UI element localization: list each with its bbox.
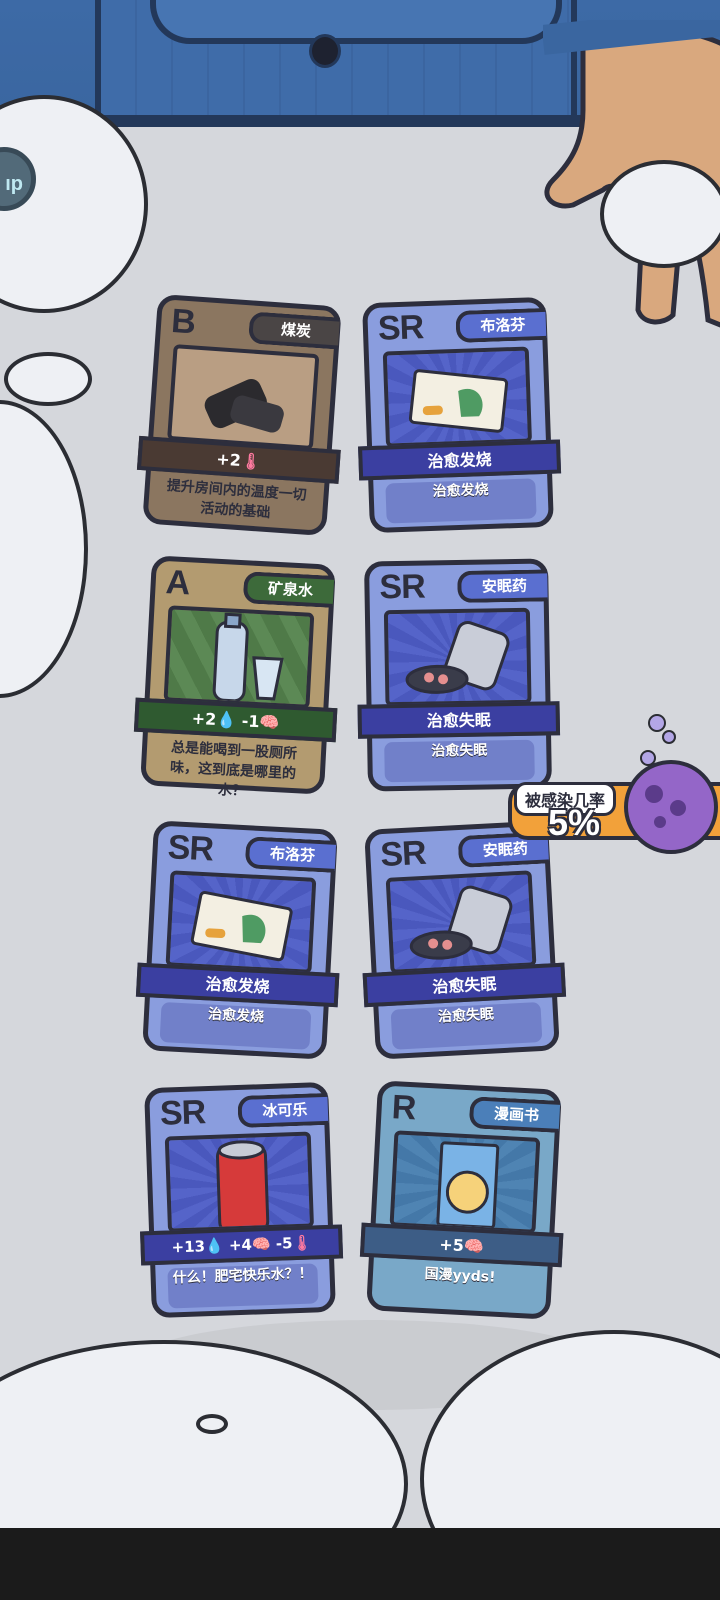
stat-value: +4 [228, 1235, 253, 1255]
stat-value: +13 [171, 1237, 206, 1257]
infection-value: 5% [548, 802, 601, 843]
cola-can-icon [164, 1131, 315, 1233]
water-drop-icon: 💧 [215, 709, 237, 730]
thermometer-icon: 🌡 [292, 1233, 312, 1253]
card-description: 治愈失眠 [390, 1001, 543, 1050]
item-card-sleeping-pills[interactable]: SR 安眠药 治愈失眠 治愈失眠 [357, 558, 561, 792]
item-card-ibuprofen[interactable]: SR 布洛芬 治愈发烧 治愈发烧 [135, 820, 340, 1060]
snow-pile-left [0, 400, 88, 698]
comic-book-icon [389, 1130, 541, 1234]
snow-puff-tiny [196, 1414, 228, 1434]
card-name-tag: 安眠药 [457, 569, 548, 603]
item-card-ibuprofen[interactable]: SR 布洛芬 治愈发烧 治愈发烧 [358, 296, 562, 534]
brain-icon: 🧠 [463, 1236, 485, 1257]
pill-jar-icon [385, 870, 537, 974]
card-name-tag: 漫画书 [468, 1096, 561, 1133]
stat-ribbon: +13💧 +4🧠 -5🌡 [140, 1224, 344, 1266]
thermometer-icon: 🌡 [240, 451, 262, 472]
item-card-mineral-water[interactable]: A 矿泉水 +2💧 -1🧠 总是能喝到一股厕所味，这到底是哪里的水？ [133, 555, 338, 800]
snow-pile-hand [600, 160, 720, 268]
card-grade: SR [166, 828, 214, 869]
stat-value: +2 [215, 449, 242, 471]
brain-icon: 🧠 [251, 1234, 271, 1254]
snow-puff-small [4, 352, 92, 406]
item-card-sleeping-pills[interactable]: SR 安眠药 治愈失眠 治愈失眠 [362, 820, 567, 1060]
card-description: 总是能喝到一股厕所味，这到底是哪里的水？ [169, 739, 298, 800]
coal-icon [167, 344, 320, 451]
virus-icon [624, 760, 718, 854]
shirt-button [309, 34, 341, 68]
card-name-tag: 冰可乐 [237, 1092, 329, 1129]
card-description: 什么！肥宅快乐水？！ [167, 1263, 319, 1309]
card-description: 治愈发烧 [385, 478, 537, 524]
bubble-dot [662, 730, 676, 744]
card-description: 治愈发烧 [159, 1001, 312, 1050]
card-grade: R [390, 1088, 417, 1128]
card-name-tag: 煤炭 [248, 311, 341, 350]
item-card-coal[interactable]: B 煤炭 +2🌡 提升房间内的温度一切活动的基础 [136, 293, 342, 537]
item-card-comic-book[interactable]: R 漫画书 +5🧠 国漫yyds! [359, 1080, 564, 1320]
system-navigation-bar [0, 1528, 720, 1600]
medicine-box-icon [382, 346, 533, 448]
game-scene: ıp B 煤炭 +2🌡 提升房间内的温度一切活动的基础 SR 布洛芬 治愈发烧 … [0, 0, 720, 1600]
pill-jar-icon [383, 607, 532, 707]
brain-icon: 🧠 [259, 712, 280, 733]
water-bottle-icon [163, 605, 315, 709]
card-name-tag: 矿泉水 [242, 571, 335, 608]
card-description: 提升房间内的温度一切活动的基础 [166, 477, 308, 522]
bubble-dot [640, 750, 656, 766]
bubble-dot [648, 714, 666, 732]
stat-value: -1 [241, 711, 261, 732]
card-name-tag: 布洛芬 [244, 836, 337, 873]
card-grade: B [170, 301, 197, 342]
stat-value: +2 [191, 708, 217, 729]
card-description: 国漫yyds! [424, 1266, 496, 1286]
card-grade: SR [379, 567, 426, 607]
stat-value: -5 [275, 1234, 293, 1253]
card-grade: SR [159, 1093, 206, 1133]
card-grade: SR [379, 833, 427, 875]
effect-ribbon: 治愈发烧 [358, 439, 562, 481]
card-grade: A [164, 563, 191, 603]
card-description: 治愈失眠 [384, 739, 535, 783]
card-grade: SR [377, 308, 424, 348]
shirt-pocket [150, 0, 562, 44]
effect-ribbon: 治愈失眠 [357, 701, 561, 739]
card-name-tag: 布洛芬 [455, 307, 547, 344]
item-card-cola[interactable]: SR 冰可乐 +13💧 +4🧠 -5🌡 什么！肥宅快乐水？！ [140, 1081, 344, 1319]
stat-value: +5 [438, 1234, 465, 1256]
water-drop-icon: 💧 [204, 1236, 225, 1256]
medicine-box-icon [165, 870, 317, 974]
